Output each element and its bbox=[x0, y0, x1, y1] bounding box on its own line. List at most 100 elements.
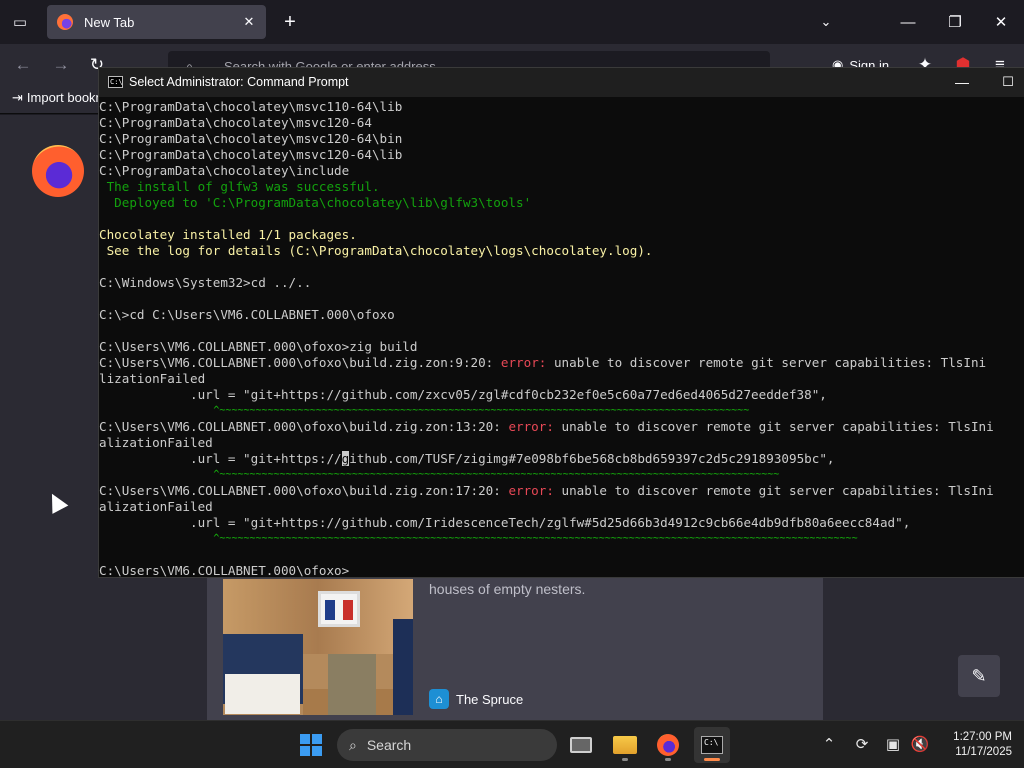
terminal-line: C:\Users\VM6.COLLABNET.000\ofoxo\build.z… bbox=[99, 419, 1024, 435]
house-icon: ⌂ bbox=[429, 689, 449, 709]
terminal-line: ^~~~~~~~~~~~~~~~~~~~~~~~~~~~~~~~~~~~~~~~… bbox=[99, 467, 1024, 483]
terminal-line: .url = "git+https://github.com/Iridescen… bbox=[99, 515, 1024, 531]
clock[interactable]: 1:27:00 PM 11/17/2025 bbox=[938, 730, 1012, 760]
story-card[interactable]: houses of empty nesters. ⌂ The Spruce bbox=[207, 577, 823, 720]
terminal-icon: C:\ bbox=[108, 76, 123, 88]
import-icon: ⇥ bbox=[12, 90, 23, 105]
terminal-line: C:\Users\VM6.COLLABNET.000\ofoxo>zig bui… bbox=[99, 339, 1024, 355]
terminal-line: C:\Users\VM6.COLLABNET.000\ofoxo\build.z… bbox=[99, 483, 1024, 499]
terminal-text: C:\Windows\System32>cd ../.. bbox=[99, 275, 312, 290]
edit-icon[interactable]: ✎ bbox=[958, 655, 1000, 697]
terminal-text: C:\>cd C:\Users\VM6.COLLABNET.000\ofoxo bbox=[99, 307, 395, 322]
tab-title: New Tab bbox=[84, 14, 135, 30]
terminal-line: ^~~~~~~~~~~~~~~~~~~~~~~~~~~~~~~~~~~~~~~~… bbox=[99, 531, 1024, 547]
firefox-view-icon[interactable]: ▭ bbox=[8, 10, 32, 34]
plus-icon[interactable]: + bbox=[279, 10, 301, 34]
maximize-icon[interactable]: ☐ bbox=[995, 70, 1021, 94]
terminal-text: C:\ProgramData\chocolatey\msvc120-64\lib bbox=[99, 147, 403, 162]
tab-new-tab[interactable]: New Tab ✕ bbox=[47, 5, 266, 39]
terminal-line: ^~~~~~~~~~~~~~~~~~~~~~~~~~~~~~~~~~~~~~~~… bbox=[99, 403, 1024, 419]
terminal-line: Deployed to 'C:\ProgramData\chocolatey\l… bbox=[99, 195, 1024, 211]
cmd-window-title: Select Administrator: Command Prompt bbox=[129, 75, 349, 89]
terminal-text: See the log for details (C:\ProgramData\… bbox=[99, 243, 653, 258]
error-label: error: bbox=[508, 483, 554, 498]
search-icon: ⌕ bbox=[349, 736, 357, 753]
back-icon[interactable]: ← bbox=[10, 52, 36, 78]
cmd-output[interactable]: C:\ProgramData\chocolatey\msvc110-64\lib… bbox=[99, 97, 1024, 577]
windows-logo-icon[interactable] bbox=[300, 734, 322, 756]
terminal-text: Chocolatey installed 1/1 packages. bbox=[99, 227, 357, 242]
network-icon[interactable]: ▣ bbox=[882, 733, 904, 755]
terminal-icon[interactable]: C:\ bbox=[694, 727, 730, 763]
terminal-line: .url = "git+https://github.com/zxcv05/zg… bbox=[99, 387, 1024, 403]
terminal-line: alizationFailed bbox=[99, 435, 1024, 451]
terminal-text: C:\ProgramData\chocolatey\include bbox=[99, 163, 350, 178]
minimize-icon[interactable]: — bbox=[949, 70, 975, 94]
terminal-line: C:\ProgramData\chocolatey\include bbox=[99, 163, 1024, 179]
close-icon[interactable]: ✕ bbox=[240, 13, 258, 31]
error-label: error: bbox=[508, 419, 554, 434]
terminal-text: ^~~~~~~~~~~~~~~~~~~~~~~~~~~~~~~~~~~~~~~~… bbox=[99, 533, 858, 544]
terminal-line: C:\>cd C:\Users\VM6.COLLABNET.000\ofoxo bbox=[99, 307, 1024, 323]
terminal-text: C:\Users\VM6.COLLABNET.000\ofoxo\build.z… bbox=[99, 419, 509, 434]
window-close-icon[interactable]: ✕ bbox=[987, 8, 1015, 36]
terminal-text: The install of glfw3 was successful. bbox=[99, 179, 380, 194]
terminal-text: C:\ProgramData\chocolatey\msvc120-64\bin bbox=[99, 131, 403, 146]
terminal-text: C:\Users\VM6.COLLABNET.000\ofoxo\build.z… bbox=[99, 355, 501, 370]
terminal-text: .url = "git+https:// bbox=[99, 451, 342, 466]
firefox-logo bbox=[32, 145, 84, 197]
terminal-text: C:\ProgramData\chocolatey\msvc110-64\lib bbox=[99, 99, 403, 114]
task-view-icon[interactable] bbox=[563, 727, 599, 763]
terminal-line: C:\ProgramData\chocolatey\msvc120-64 bbox=[99, 115, 1024, 131]
terminal-text: C:\Users\VM6.COLLABNET.000\ofoxo\build.z… bbox=[99, 483, 509, 498]
terminal-text: .url = "git+https://github.com/zxcv05/zg… bbox=[99, 387, 827, 402]
taskbar-search-label: Search bbox=[366, 737, 412, 753]
terminal-line: Chocolatey installed 1/1 packages. bbox=[99, 227, 1024, 243]
cmd-title-bar[interactable]: C:\ Select Administrator: Command Prompt… bbox=[99, 68, 1024, 97]
file-explorer-icon[interactable] bbox=[607, 727, 643, 763]
terminal-text: C:\Users\VM6.COLLABNET.000\ofoxo>zig bui… bbox=[99, 339, 418, 354]
taskbar-search[interactable]: ⌕ Search bbox=[337, 729, 557, 761]
volume-icon[interactable]: 🔇 bbox=[909, 733, 931, 755]
terminal-text: unable to discover remote git server cap… bbox=[553, 483, 994, 498]
terminal-text: ^~~~~~~~~~~~~~~~~~~~~~~~~~~~~~~~~~~~~~~~… bbox=[99, 405, 750, 416]
maximize-icon[interactable]: ❐ bbox=[941, 8, 969, 36]
terminal-line: C:\ProgramData\chocolatey\msvc110-64\lib bbox=[99, 99, 1024, 115]
terminal-text: alizationFailed bbox=[99, 499, 213, 514]
command-prompt-window[interactable]: C:\ Select Administrator: Command Prompt… bbox=[98, 67, 1024, 578]
terminal-line: lizationFailed bbox=[99, 371, 1024, 387]
minimize-icon[interactable]: — bbox=[894, 8, 922, 36]
terminal-text: lizationFailed bbox=[99, 371, 206, 386]
terminal-text: unable to discover remote git server cap… bbox=[546, 355, 987, 370]
terminal-line: See the log for details (C:\ProgramData\… bbox=[99, 243, 1024, 259]
terminal-text: alizationFailed bbox=[99, 435, 213, 450]
terminal-line: C:\Users\VM6.COLLABNET.000\ofoxo\build.z… bbox=[99, 355, 1024, 371]
clock-time: 1:27:00 PM bbox=[953, 731, 1012, 743]
forward-icon[interactable]: → bbox=[48, 52, 74, 78]
terminal-text: ithub.com/TUSF/zigimg#7e098bf6be568cb8bd… bbox=[349, 451, 835, 466]
browser-tab-bar: ▭ New Tab ✕ + ⌄ — ❐ ✕ bbox=[0, 0, 1024, 44]
story-image bbox=[223, 579, 413, 715]
terminal-text: ^~~~~~~~~~~~~~~~~~~~~~~~~~~~~~~~~~~~~~~~… bbox=[99, 469, 780, 480]
taskbar: ⌕ Search C:\ ⌃ ⟳ ▣ 🔇 1:27:00 PM 11/17/20… bbox=[0, 720, 1024, 768]
error-label: error: bbox=[500, 355, 547, 370]
chevron-up-icon[interactable]: ⌃ bbox=[818, 733, 840, 755]
story-excerpt: houses of empty nesters. bbox=[429, 581, 586, 597]
clock-date: 11/17/2025 bbox=[955, 746, 1012, 758]
terminal-text: unable to discover remote git server cap… bbox=[553, 419, 994, 434]
sync-icon[interactable]: ⟳ bbox=[851, 733, 873, 755]
terminal-line: C:\ProgramData\chocolatey\msvc120-64\lib bbox=[99, 147, 1024, 163]
story-source-label: The Spruce bbox=[456, 691, 524, 707]
firefox-icon[interactable] bbox=[650, 727, 686, 763]
terminal-text: .url = "git+https://github.com/Iridescen… bbox=[99, 515, 911, 530]
terminal-text: Deployed to 'C:\ProgramData\chocolatey\l… bbox=[99, 195, 532, 210]
terminal-line: .url = "git+https://github.com/TUSF/zigi… bbox=[99, 451, 1024, 467]
story-source: ⌂ The Spruce bbox=[429, 689, 523, 709]
terminal-line: C:\ProgramData\chocolatey\msvc120-64\bin bbox=[99, 131, 1024, 147]
chevron-down-icon[interactable]: ⌄ bbox=[814, 10, 838, 34]
